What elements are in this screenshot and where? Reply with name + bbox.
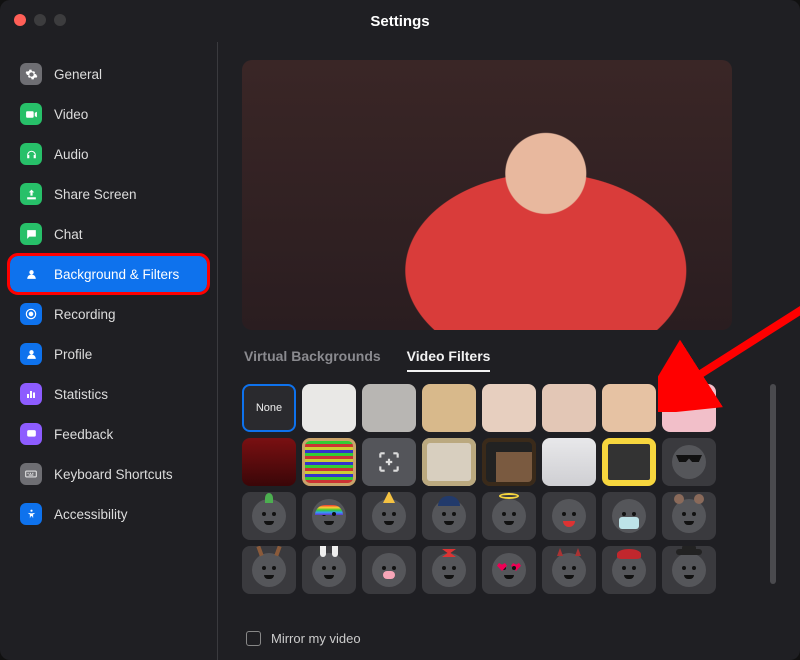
sidebar-item-label: Profile [54, 347, 92, 362]
sidebar-item-label: Keyboard Shortcuts [54, 467, 173, 482]
filter-mirror-frame[interactable] [422, 438, 476, 486]
chat-icon [20, 223, 42, 245]
sidebar-item-chat[interactable]: Chat [10, 216, 207, 252]
sidebar-item-accessibility[interactable]: Accessibility [10, 496, 207, 532]
feedback-icon [20, 423, 42, 445]
filters-scrollbar[interactable] [770, 384, 776, 584]
sidebar-item-label: Accessibility [54, 507, 128, 522]
filter-tint-warm[interactable] [482, 384, 536, 432]
filter-tv-static[interactable] [302, 438, 356, 486]
sidebar-item-keyboard[interactable]: Keyboard Shortcuts [10, 456, 207, 492]
accessibility-icon [20, 503, 42, 525]
sidebar-item-label: Share Screen [54, 187, 137, 202]
close-window-button[interactable] [14, 14, 26, 26]
settings-window: Settings General Video Audio Share Screen Ch… [0, 0, 800, 660]
sidebar-item-label: Statistics [54, 387, 108, 402]
minimize-window-button[interactable] [34, 14, 46, 26]
filter-sunglasses[interactable] [662, 438, 716, 486]
filter-theater[interactable] [242, 438, 296, 486]
sidebar-item-label: Chat [54, 227, 83, 242]
filter-sprout[interactable] [242, 492, 296, 540]
sidebar-item-feedback[interactable]: Feedback [10, 416, 207, 452]
filter-rainbow[interactable] [302, 492, 356, 540]
filter-tint-peach[interactable] [602, 384, 656, 432]
settings-sidebar: General Video Audio Share Screen Chat Backgro… [0, 42, 218, 660]
filter-party-hat[interactable] [362, 492, 416, 540]
filter-mouse-ears[interactable] [662, 492, 716, 540]
sidebar-item-label: General [54, 67, 102, 82]
sidebar-item-label: Feedback [54, 427, 113, 442]
record-icon [20, 303, 42, 325]
filter-tint-tan[interactable] [422, 384, 476, 432]
zoom-window-button[interactable] [54, 14, 66, 26]
mirror-video-row: Mirror my video [242, 631, 780, 646]
titlebar: Settings [0, 0, 800, 42]
sidebar-item-person[interactable]: Background & Filters [10, 256, 207, 292]
filter-lips[interactable] [542, 492, 596, 540]
filter-tabs: Virtual Backgrounds Video Filters [244, 348, 780, 372]
sidebar-item-label: Background & Filters [54, 267, 179, 282]
filter-pig-nose[interactable] [362, 546, 416, 594]
filter-bow[interactable] [422, 546, 476, 594]
filter-surgical-mask[interactable] [602, 492, 656, 540]
sidebar-item-video[interactable]: Video [10, 96, 207, 132]
video-filters-grid: None [242, 384, 732, 621]
filter-fedora[interactable] [662, 546, 716, 594]
filter-halo[interactable] [482, 492, 536, 540]
gear-icon [20, 63, 42, 85]
tab-virtual-backgrounds[interactable]: Virtual Backgrounds [244, 348, 381, 372]
sidebar-item-label: Audio [54, 147, 89, 162]
filter-bunny-ears[interactable] [302, 546, 356, 594]
tab-video-filters[interactable]: Video Filters [407, 348, 491, 372]
filter-tint-gray[interactable] [362, 384, 416, 432]
person-icon [20, 263, 42, 285]
sidebar-item-stats[interactable]: Statistics [10, 376, 207, 412]
keyboard-icon [20, 463, 42, 485]
sidebar-item-gear[interactable]: General [10, 56, 207, 92]
mirror-video-label: Mirror my video [271, 631, 361, 646]
sidebar-item-share[interactable]: Share Screen [10, 176, 207, 212]
filter-horns[interactable] [542, 546, 596, 594]
filter-heart-glasses[interactable] [482, 546, 536, 594]
filter-emoji-frame[interactable] [602, 438, 656, 486]
filter-crop-frame[interactable] [362, 438, 416, 486]
filter-cap[interactable] [422, 492, 476, 540]
sidebar-item-record[interactable]: Recording [10, 296, 207, 332]
video-icon [20, 103, 42, 125]
sidebar-item-label: Video [54, 107, 88, 122]
filter-tint-rose[interactable] [542, 384, 596, 432]
mirror-video-checkbox[interactable] [246, 631, 261, 646]
settings-main: Virtual Backgrounds Video Filters None M… [218, 42, 800, 660]
filter-antlers[interactable] [242, 546, 296, 594]
stats-icon [20, 383, 42, 405]
window-title: Settings [370, 13, 429, 30]
filter-tint-light[interactable] [302, 384, 356, 432]
filter-old-tv[interactable] [482, 438, 536, 486]
filter-none[interactable]: None [242, 384, 296, 432]
filter-tint-pink[interactable] [662, 384, 716, 432]
video-preview [242, 60, 732, 330]
sidebar-item-label: Recording [54, 307, 116, 322]
share-icon [20, 183, 42, 205]
headphones-icon [20, 143, 42, 165]
window-controls [14, 14, 66, 26]
filter-beret[interactable] [602, 546, 656, 594]
profile-icon [20, 343, 42, 365]
filter-studio[interactable] [542, 438, 596, 486]
sidebar-item-headphones[interactable]: Audio [10, 136, 207, 172]
sidebar-item-profile[interactable]: Profile [10, 336, 207, 372]
